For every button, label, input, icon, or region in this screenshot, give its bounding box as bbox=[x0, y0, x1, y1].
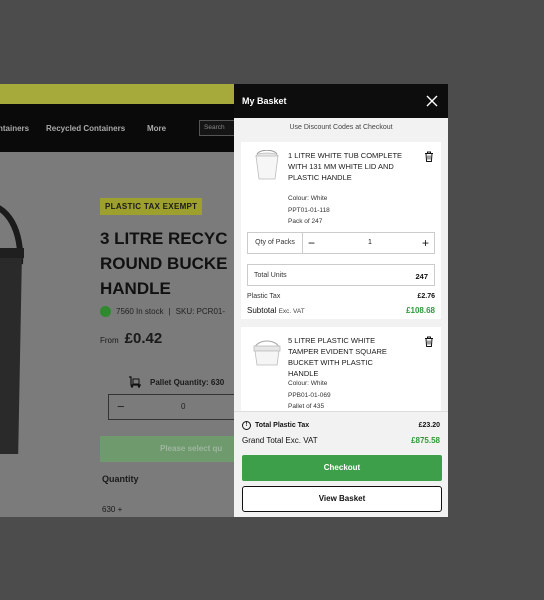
main-nav: ntainers Recycled Containers More Search bbox=[0, 104, 234, 152]
quantity-tier-row: 630 + bbox=[102, 505, 123, 514]
select-quantity-button[interactable]: Please select qu bbox=[100, 436, 234, 462]
item-pack: Pack of 247 bbox=[288, 218, 323, 225]
trash-icon[interactable] bbox=[424, 151, 434, 162]
close-icon[interactable] bbox=[426, 95, 438, 107]
total-plastic-tax-label: Total Plastic Tax bbox=[255, 422, 310, 429]
decrease-quantity-button[interactable]: − bbox=[117, 399, 125, 414]
discount-note: Use Discount Codes at Checkout bbox=[289, 124, 393, 131]
subtotal-label: Subtotal bbox=[247, 306, 277, 315]
subtotal-value: £108.68 bbox=[406, 306, 435, 315]
price-block: From £0.42 bbox=[100, 330, 162, 347]
product-title: 3 LITRE RECYC ROUND BUCKE HANDLE bbox=[100, 229, 228, 298]
plastic-tax-value: £2.76 bbox=[417, 293, 435, 300]
grand-total-row: Grand Total Exc. VAT £875.58 bbox=[242, 436, 440, 445]
item-name[interactable]: 5 LITRE PLASTIC WHITE TAMPER EVIDENT SQU… bbox=[288, 335, 403, 379]
basket-title: My Basket bbox=[242, 96, 287, 106]
subtotal-row: Subtotal Exc. VAT £108.68 bbox=[247, 306, 435, 315]
basket-item: 5 LITRE PLASTIC WHITE TAMPER EVIDENT SQU… bbox=[241, 327, 441, 412]
nav-item-recycled-containers[interactable]: Recycled Containers bbox=[46, 124, 125, 133]
grand-total-label: Grand Total Exc. VAT bbox=[242, 436, 318, 445]
total-units-value: 247 bbox=[415, 272, 428, 281]
view-basket-button[interactable]: View Basket bbox=[242, 486, 442, 512]
plastic-tax-row: Plastic Tax £2.76 bbox=[247, 293, 435, 300]
grand-total-value: £875.58 bbox=[411, 436, 440, 445]
plastic-tax-badge: PLASTIC TAX EXEMPT bbox=[100, 198, 203, 215]
quantity-heading: Quantity bbox=[102, 474, 139, 484]
in-stock-icon bbox=[100, 306, 111, 317]
checkout-button[interactable]: Checkout bbox=[242, 455, 442, 481]
quantity-value[interactable]: 0 bbox=[181, 402, 185, 411]
basket-footer: ! Total Plastic Tax £23.20 Grand Total E… bbox=[234, 411, 448, 517]
search-input[interactable]: Search bbox=[199, 120, 234, 136]
total-units-label: Total Units bbox=[254, 272, 287, 279]
subtotal-vat-note: Exc. VAT bbox=[278, 308, 305, 315]
item-colour: Colour: White bbox=[288, 195, 328, 202]
item-name[interactable]: 1 LITRE WHITE TUB COMPLETE WITH 131 MM W… bbox=[288, 150, 403, 183]
quantity-stepper[interactable]: − 0 bbox=[108, 394, 234, 420]
product-page-background: ntainers Recycled Containers More Search… bbox=[0, 84, 234, 517]
item-pack: Pallet of 435 bbox=[288, 403, 325, 410]
nav-item-containers[interactable]: ntainers bbox=[0, 124, 29, 133]
total-units-box: Total Units 247 bbox=[247, 264, 435, 286]
product-price: £0.42 bbox=[124, 330, 163, 347]
square-bucket-image bbox=[253, 340, 281, 366]
item-colour: Colour: White bbox=[288, 380, 328, 387]
promo-bar bbox=[0, 84, 234, 104]
total-plastic-tax-row: ! Total Plastic Tax £23.20 bbox=[242, 421, 440, 430]
info-icon[interactable]: ! bbox=[242, 421, 251, 430]
basket-item: 1 LITRE WHITE TUB COMPLETE WITH 131 MM W… bbox=[241, 142, 441, 319]
item-code: PPT01-01-118 bbox=[288, 207, 330, 214]
nav-item-more[interactable]: More bbox=[147, 124, 166, 133]
increase-packs-button[interactable]: + bbox=[422, 236, 429, 250]
pallet-quantity-label: Pallet Quantity: 630 bbox=[150, 377, 225, 387]
trash-icon[interactable] bbox=[424, 336, 434, 347]
total-plastic-tax-value: £23.20 bbox=[418, 422, 440, 429]
white-tub-image bbox=[255, 150, 279, 180]
decrease-packs-button[interactable]: − bbox=[308, 236, 315, 250]
qty-packs-label: Qty of Packs bbox=[248, 233, 303, 253]
sku-label: SKU: PCR01- bbox=[175, 307, 226, 316]
packs-value[interactable]: 1 bbox=[368, 239, 372, 246]
separator: | bbox=[168, 307, 171, 316]
qty-packs-stepper[interactable]: Qty of Packs − 1 + bbox=[247, 232, 435, 254]
pallet-quantity: Pallet Quantity: 630 bbox=[128, 376, 224, 388]
stock-status: 7560 In stock | SKU: PCR01- bbox=[100, 306, 225, 317]
item-code: PPB01-01-069 bbox=[288, 392, 331, 399]
from-label: From bbox=[100, 336, 119, 345]
bucket-product-image bbox=[0, 205, 24, 454]
plastic-tax-label: Plastic Tax bbox=[247, 293, 281, 300]
basket-header: My Basket bbox=[234, 84, 448, 118]
basket-panel: My Basket Use Discount Codes at Checkout… bbox=[234, 84, 448, 517]
stock-count: 7560 In stock bbox=[116, 307, 164, 316]
pallet-truck-icon bbox=[129, 376, 141, 388]
